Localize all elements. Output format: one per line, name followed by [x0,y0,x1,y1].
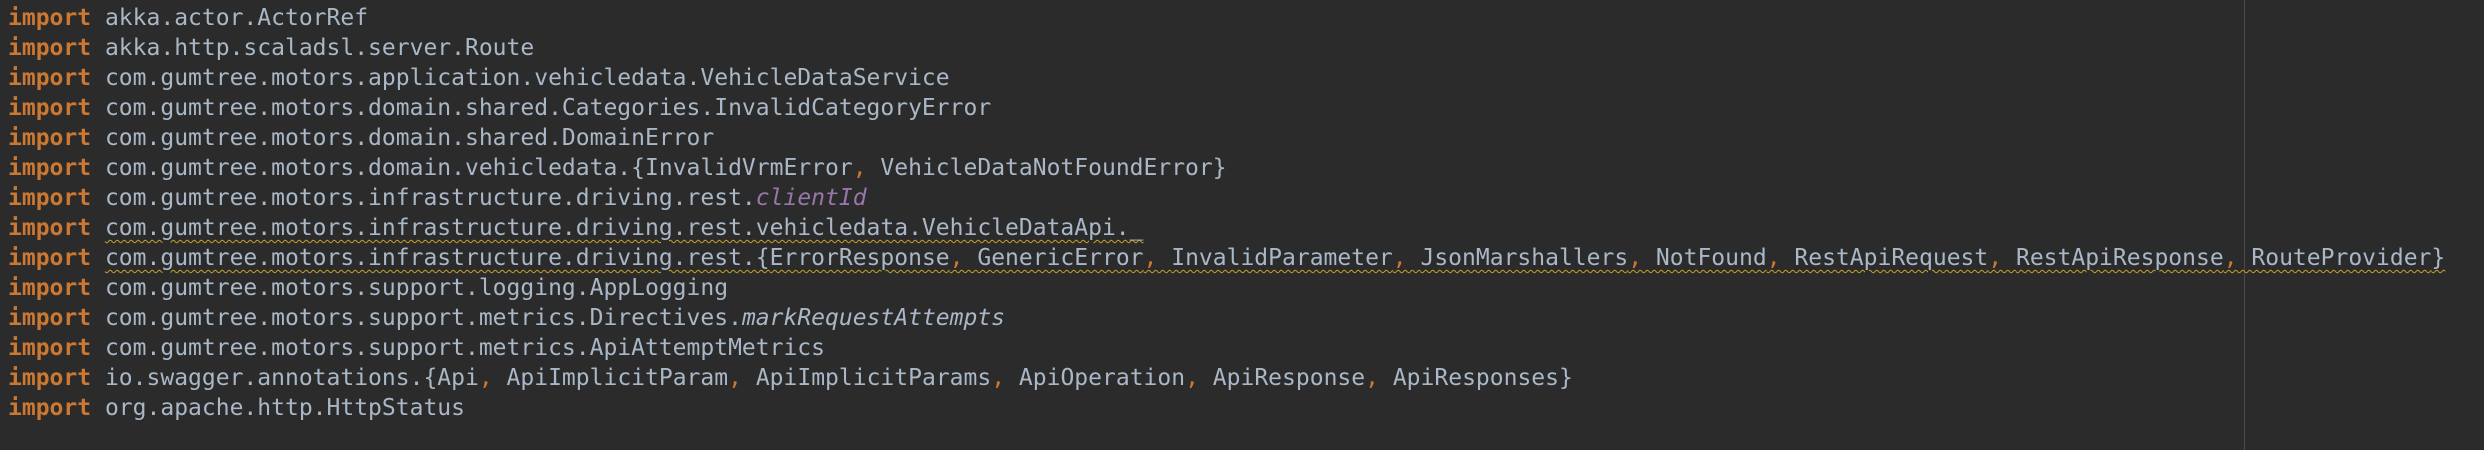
import-keyword: import [8,335,92,361]
import-suffix: } [1212,155,1227,181]
import-path-text: akka.http.scaladsl.server.Route [104,35,535,61]
import-path-text: akka.actor.ActorRef [104,5,369,31]
import-path[interactable]: akka.actor.ActorRef [105,5,368,31]
import-path[interactable]: com.gumtree.motors.domain.shared.DomainE… [105,125,714,151]
import-keyword: import [8,65,92,91]
import-path[interactable]: com.gumtree.motors.domain.shared.Categor… [105,95,991,121]
imported-item: InvalidVrmError [645,155,853,181]
import-prefix: com.gumtree.motors.support.metrics.Direc… [104,305,742,331]
imported-item: ApiResponse [1212,365,1366,391]
import-path-text: com.gumtree.motors.infrastructure.drivin… [104,215,1144,241]
import-line[interactable]: import com.gumtree.motors.application.ve… [8,63,2445,93]
imported-item: VehicleDataNotFoundError [880,155,1213,181]
import-separator: , [1185,365,1213,391]
import-path-text: org.apache.http.HttpStatus [104,395,465,421]
import-path[interactable]: io.swagger.annotations.{Api, ApiImplicit… [105,365,1573,391]
import-keyword: import [8,395,92,421]
imported-item: NotFound [1655,245,1767,271]
import-path[interactable]: org.apache.http.HttpStatus [105,395,465,421]
import-path-text: com.gumtree.motors.domain.shared.Categor… [104,95,992,121]
import-line[interactable]: import com.gumtree.motors.infrastructure… [8,183,2445,213]
imported-item: JsonMarshallers [1420,245,1629,271]
import-separator: , [852,155,881,181]
import-separator: , [1766,245,1795,271]
import-line[interactable]: import com.gumtree.motors.support.loggin… [8,273,2445,303]
import-path-text: com.gumtree.motors.support.metrics.ApiAt… [104,335,826,361]
import-suffix: } [1559,365,1573,391]
import-path[interactable]: com.gumtree.motors.infrastructure.drivin… [105,185,867,211]
import-line[interactable]: import akka.actor.ActorRef [8,3,2445,33]
import-prefix: com.gumtree.motors.infrastructure.drivin… [104,245,770,271]
import-block[interactable]: import akka.actor.ActorRef import akka.ht… [8,3,2445,423]
import-line[interactable]: import com.gumtree.motors.support.metric… [8,303,2445,333]
unused-import-path[interactable]: com.gumtree.motors.infrastructure.drivin… [105,215,1144,241]
import-keyword: import [8,5,92,31]
imported-item: RouteProvider [2251,245,2432,271]
import-path[interactable]: com.gumtree.motors.support.logging.AppLo… [105,275,728,301]
imported-function: markRequestAttempts [741,305,1006,331]
import-path[interactable]: com.gumtree.motors.support.metrics.ApiAt… [105,335,825,361]
imported-item: GenericError [977,245,1144,271]
import-line[interactable]: import com.gumtree.motors.support.metric… [8,333,2445,363]
unused-import-path[interactable]: com.gumtree.motors.infrastructure.drivin… [105,245,2445,271]
code-editor[interactable]: import akka.actor.ActorRef import akka.ht… [0,0,2484,450]
import-line[interactable]: import io.swagger.annotations.{Api, ApiI… [8,363,2445,393]
import-separator: , [1143,245,1172,271]
import-line[interactable]: import com.gumtree.motors.domain.shared.… [8,93,2445,123]
import-separator: , [1628,245,1656,271]
import-path-text: com.gumtree.motors.application.vehicleda… [104,65,950,91]
import-path[interactable]: com.gumtree.motors.domain.vehicledata.{I… [105,155,1227,181]
import-keyword: import [8,155,92,181]
imported-item: ApiOperation [1018,365,1186,391]
imported-item: ApiImplicitParams [755,365,992,391]
import-suffix: } [2431,245,2446,271]
import-path-text: com.gumtree.motors.support.logging.AppLo… [104,275,729,301]
import-path[interactable]: com.gumtree.motors.support.metrics.Direc… [105,305,1005,331]
import-path[interactable]: com.gumtree.motors.application.vehicleda… [105,65,950,91]
imported-item: InvalidParameter [1171,245,1393,271]
import-prefix: io.swagger.annotations.{ [104,365,438,391]
import-separator: , [1365,365,1393,391]
imported-item: Api [437,365,479,391]
import-path[interactable]: akka.http.scaladsl.server.Route [105,35,534,61]
imported-member: clientId [755,185,867,211]
import-line[interactable]: import com.gumtree.motors.domain.vehicle… [8,153,2445,183]
imported-item: ErrorResponse [769,245,950,271]
import-keyword: import [8,95,92,121]
import-keyword: import [8,305,92,331]
import-line[interactable]: import com.gumtree.motors.infrastructure… [8,243,2445,273]
import-keyword: import [8,245,92,271]
import-keyword: import [8,275,92,301]
import-separator: , [2223,245,2252,271]
import-separator: , [478,365,507,391]
import-keyword: import [8,125,92,151]
imported-item: RestApiRequest [1794,245,1989,271]
import-line[interactable]: import akka.http.scaladsl.server.Route [8,33,2445,63]
import-keyword: import [8,215,92,241]
import-keyword: import [8,365,92,391]
import-separator: , [1392,245,1421,271]
imported-item: ApiResponses [1392,365,1559,391]
import-path-text: com.gumtree.motors.domain.shared.DomainE… [104,125,715,151]
import-separator: , [728,365,756,391]
import-separator: , [1988,245,2016,271]
import-separator: , [991,365,1019,391]
import-keyword: import [8,35,92,61]
import-keyword: import [8,185,92,211]
import-line[interactable]: import org.apache.http.HttpStatus [8,393,2445,423]
import-prefix: com.gumtree.motors.domain.vehicledata.{ [104,155,645,181]
import-line[interactable]: import com.gumtree.motors.infrastructure… [8,213,2445,243]
import-separator: , [949,245,978,271]
imported-item: RestApiResponse [2015,245,2224,271]
import-prefix: com.gumtree.motors.infrastructure.drivin… [104,185,756,211]
import-line[interactable]: import com.gumtree.motors.domain.shared.… [8,123,2445,153]
imported-item: ApiImplicitParam [506,365,729,391]
